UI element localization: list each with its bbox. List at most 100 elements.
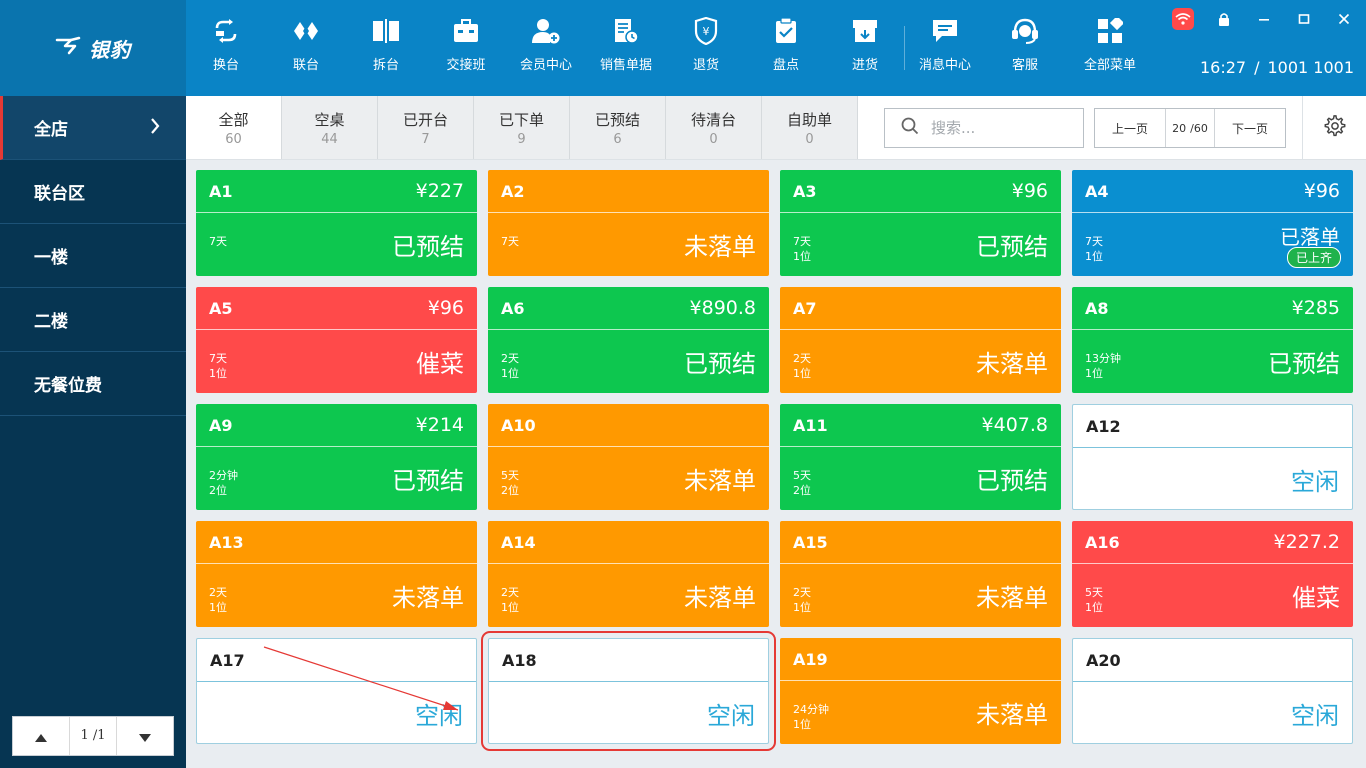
status-tab-count: 44 bbox=[321, 131, 338, 147]
sidebar-pager: 1 /1 bbox=[12, 716, 174, 756]
table-amount: ¥227.2 bbox=[1273, 531, 1340, 553]
table-meta-line: 2天 bbox=[501, 586, 519, 599]
prev-page-button[interactable]: 上一页 bbox=[1095, 109, 1165, 147]
status-tab[interactable]: 待清台 0 bbox=[666, 96, 762, 159]
table-meta: 2天 1位 bbox=[793, 351, 811, 381]
table-meta-line: 2天 bbox=[209, 586, 227, 599]
close-icon[interactable] bbox=[1334, 9, 1354, 29]
toolbar-button-swap-table[interactable]: 换台 bbox=[186, 0, 266, 96]
status-tab-label: 已下单 bbox=[498, 110, 544, 129]
toolbar-button-inventory-check[interactable]: 盘点 bbox=[746, 0, 826, 96]
table-card[interactable]: A20 空闲 bbox=[1072, 638, 1353, 744]
table-meta-line: 1位 bbox=[209, 367, 227, 380]
table-name: A9 bbox=[209, 415, 233, 435]
sidebar-page-up-button[interactable] bbox=[13, 717, 69, 755]
table-card[interactable]: A1 ¥227 7天 已预结 bbox=[196, 170, 477, 276]
table-card[interactable]: A2 7天 未落单 bbox=[488, 170, 769, 276]
purchase-icon bbox=[850, 16, 880, 46]
toolbar-button-split-table[interactable]: 拆台 bbox=[346, 0, 426, 96]
table-card[interactable]: A6 ¥890.8 2天 1位 已预结 bbox=[488, 287, 769, 393]
table-amount: ¥214 bbox=[415, 414, 464, 436]
table-card[interactable]: A10 5天 2位 未落单 bbox=[488, 404, 769, 510]
table-card[interactable]: A7 2天 1位 未落单 bbox=[780, 287, 1061, 393]
status-tab[interactable]: 空桌 44 bbox=[282, 96, 378, 159]
table-name: A14 bbox=[501, 532, 536, 552]
table-card[interactable]: A16 ¥227.2 5天 1位 催菜 bbox=[1072, 521, 1353, 627]
table-name: A13 bbox=[209, 532, 244, 552]
table-card-header: A15 bbox=[780, 521, 1061, 564]
table-card-header: A20 bbox=[1073, 639, 1352, 682]
table-card-header: A8 ¥285 bbox=[1072, 287, 1353, 330]
status-tab-count: 7 bbox=[421, 131, 430, 147]
table-name: A19 bbox=[793, 649, 828, 669]
status-tab[interactable]: 自助单 0 bbox=[762, 96, 858, 159]
minimize-icon[interactable] bbox=[1254, 9, 1274, 29]
search-box[interactable] bbox=[884, 108, 1084, 148]
sidebar-item[interactable]: 全店 bbox=[0, 96, 186, 160]
status-tab[interactable]: 全部 60 bbox=[186, 96, 282, 159]
message-center-icon bbox=[930, 16, 960, 46]
search-input[interactable] bbox=[931, 119, 1071, 137]
toolbar-button-label: 换台 bbox=[212, 57, 239, 73]
settings-button[interactable] bbox=[1302, 96, 1366, 159]
sidebar-item[interactable]: 联台区 bbox=[0, 160, 186, 224]
toolbar-button-return[interactable]: ¥ 退货 bbox=[666, 0, 746, 96]
app-logo: 银豹 bbox=[0, 0, 186, 96]
split-table-icon bbox=[371, 16, 401, 46]
table-card[interactable]: A11 ¥407.8 5天 2位 已预结 bbox=[780, 404, 1061, 510]
toolbar-button-member-center[interactable]: 会员中心 bbox=[506, 0, 586, 96]
toolbar-button-label: 进货 bbox=[851, 57, 878, 73]
status-tab[interactable]: 已开台 7 bbox=[378, 96, 474, 159]
table-card[interactable]: A12 空闲 bbox=[1072, 404, 1353, 510]
table-meta: 2天 1位 bbox=[209, 585, 227, 615]
table-amount: ¥96 bbox=[1303, 180, 1340, 202]
table-status: 空闲 bbox=[1291, 702, 1339, 730]
page-total: /60 bbox=[1190, 121, 1208, 135]
sidebar-item[interactable]: 二楼 bbox=[0, 288, 186, 352]
toolbar-button-message-center[interactable]: 消息中心 bbox=[905, 0, 985, 96]
table-card[interactable]: A13 2天 1位 未落单 bbox=[196, 521, 477, 627]
table-meta-line: 1位 bbox=[793, 718, 811, 731]
sidebar-item[interactable]: 一楼 bbox=[0, 224, 186, 288]
toolbar-button-label: 拆台 bbox=[372, 57, 399, 73]
maximize-icon[interactable] bbox=[1294, 9, 1314, 29]
table-meta-line: 1位 bbox=[793, 601, 811, 614]
table-meta-line: 2分钟 bbox=[209, 469, 238, 482]
table-amount: ¥890.8 bbox=[689, 297, 756, 319]
table-status: 未落单 bbox=[684, 584, 756, 612]
toolbar-button-sales-receipt[interactable]: 销售单据 bbox=[586, 0, 666, 96]
next-page-button[interactable]: 下一页 bbox=[1215, 109, 1285, 147]
table-meta-line: 1位 bbox=[1085, 367, 1103, 380]
lock-icon[interactable] bbox=[1214, 9, 1234, 29]
toolbar-button-link-table[interactable]: 联台 bbox=[266, 0, 346, 96]
table-card[interactable]: A17 空闲 bbox=[196, 638, 477, 744]
status-tab[interactable]: 已下单 9 bbox=[474, 96, 570, 159]
table-status: 空闲 bbox=[707, 702, 755, 730]
table-card[interactable]: A4 ¥96 7天 1位 已落单 已上齐 bbox=[1072, 170, 1353, 276]
table-card[interactable]: A19 24分钟 1位 未落单 bbox=[780, 638, 1061, 744]
toolbar-button-all-menu[interactable]: 全部菜单 bbox=[1065, 0, 1155, 96]
sidebar-item[interactable]: 无餐位费 bbox=[0, 352, 186, 416]
status-tab-label: 自助单 bbox=[786, 110, 832, 129]
status-tab-label: 已开台 bbox=[402, 110, 448, 129]
table-card[interactable]: A9 ¥214 2分钟 2位 已预结 bbox=[196, 404, 477, 510]
table-card[interactable]: A5 ¥96 7天 1位 催菜 bbox=[196, 287, 477, 393]
table-name: A11 bbox=[793, 415, 828, 435]
table-meta: 2分钟 2位 bbox=[209, 468, 238, 498]
table-card[interactable]: A3 ¥96 7天 1位 已预结 bbox=[780, 170, 1061, 276]
table-status: 空闲 bbox=[415, 702, 463, 730]
table-meta-line: 2位 bbox=[209, 484, 227, 497]
table-card[interactable]: A14 2天 1位 未落单 bbox=[488, 521, 769, 627]
table-card[interactable]: A15 2天 1位 未落单 bbox=[780, 521, 1061, 627]
toolbar-button-shift-handover[interactable]: 交接班 bbox=[426, 0, 506, 96]
status-tab[interactable]: 已预结 6 bbox=[570, 96, 666, 159]
table-card[interactable]: A18 空闲 bbox=[481, 631, 776, 751]
toolbar-button-customer-service[interactable]: 客服 bbox=[985, 0, 1065, 96]
network-status-icon[interactable] bbox=[1172, 8, 1194, 30]
toolbar-button-purchase[interactable]: 进货 bbox=[826, 0, 904, 96]
table-name: A6 bbox=[501, 298, 525, 318]
table-status: 空闲 bbox=[1291, 468, 1339, 496]
svg-text:¥: ¥ bbox=[703, 25, 710, 38]
table-card[interactable]: A8 ¥285 13分钟 1位 已预结 bbox=[1072, 287, 1353, 393]
sidebar-page-down-button[interactable] bbox=[117, 717, 173, 755]
